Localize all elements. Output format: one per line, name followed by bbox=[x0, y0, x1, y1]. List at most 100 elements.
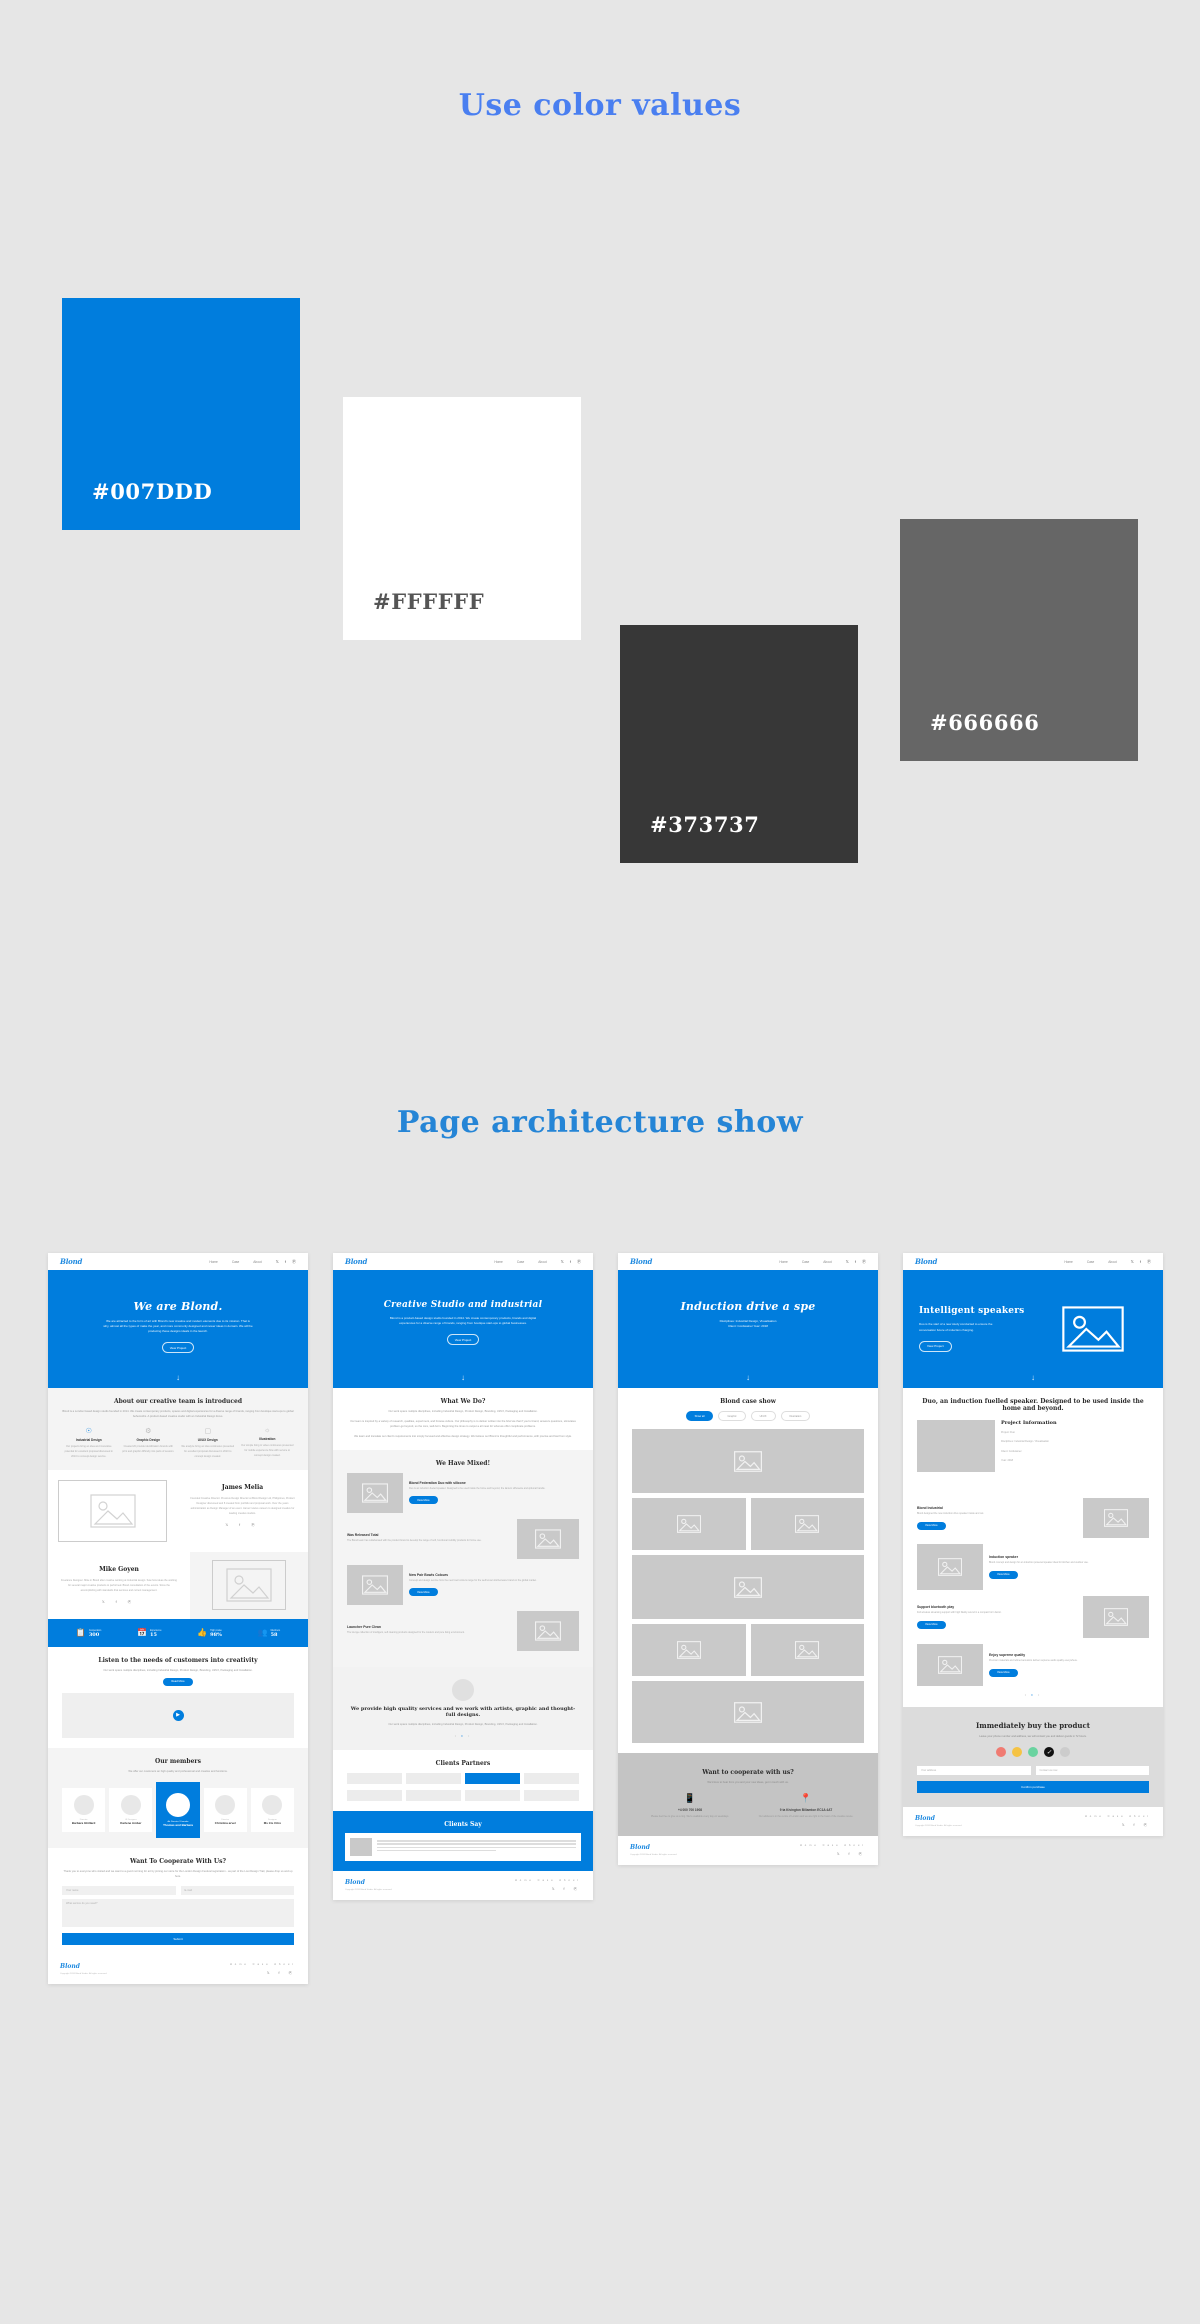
hero-cta-button[interactable]: View Project bbox=[161, 1342, 195, 1354]
case-thumb[interactable] bbox=[632, 1429, 864, 1493]
facebook-icon[interactable]: f bbox=[1140, 1259, 1141, 1265]
social-links[interactable]: 𝕏 f Ⓟ bbox=[1131, 1259, 1151, 1265]
case-thumb[interactable] bbox=[632, 1498, 746, 1550]
footer-links[interactable]: Home Case About bbox=[1085, 1815, 1151, 1818]
footer-social-icons[interactable]: 𝕏 f Ⓟ bbox=[800, 1852, 866, 1857]
member-card-active[interactable]: Art Director / Founder Thomas and Barbar… bbox=[156, 1781, 200, 1838]
read-more-button[interactable]: Read More bbox=[163, 1677, 193, 1686]
color-option-green[interactable] bbox=[1028, 1747, 1038, 1758]
nav-item-about[interactable]: About bbox=[538, 1260, 546, 1264]
footer-links[interactable]: Home Case About bbox=[800, 1844, 866, 1847]
email-input[interactable]: E-mail bbox=[180, 1886, 294, 1895]
footer-social-icons[interactable]: 𝕏 f Ⓟ bbox=[1085, 1823, 1151, 1828]
carousel-dots[interactable]: • • • bbox=[347, 1733, 579, 1738]
case-thumb[interactable] bbox=[632, 1681, 864, 1743]
footer-links[interactable]: Home Case About bbox=[515, 1879, 581, 1882]
footer-social-icons[interactable]: 𝕏 f Ⓟ bbox=[230, 1971, 296, 1976]
mockup-page-case[interactable]: Blond Home Case About 𝕏 f Ⓟ Induction dr… bbox=[618, 1253, 878, 1865]
block-button[interactable]: View More bbox=[989, 1668, 1018, 1677]
social-links[interactable]: 𝕏 f Ⓟ bbox=[846, 1259, 866, 1265]
hero-cta-button[interactable]: View Project bbox=[919, 1340, 952, 1352]
member-card[interactable]: UI Designer Karlene Amber bbox=[109, 1787, 153, 1832]
site-nav[interactable]: Blond Home Case About 𝕏 f Ⓟ bbox=[48, 1253, 308, 1270]
nav-item-case[interactable]: Case bbox=[232, 1260, 239, 1264]
color-option-black-selected[interactable]: ✓ bbox=[1044, 1747, 1054, 1758]
pinterest-icon[interactable]: Ⓟ bbox=[862, 1259, 866, 1265]
footer-social-icons[interactable]: 𝕏 f Ⓟ bbox=[515, 1887, 581, 1892]
scroll-down-icon[interactable]: ↓ bbox=[903, 1373, 1163, 1382]
case-thumb[interactable] bbox=[632, 1624, 746, 1676]
case-thumb[interactable] bbox=[632, 1555, 864, 1619]
nav-item-home[interactable]: Home bbox=[494, 1260, 503, 1264]
nav-links[interactable]: Home Case About bbox=[209, 1260, 261, 1264]
address-input[interactable]: Your address bbox=[917, 1766, 1031, 1776]
social-links[interactable]: 𝕏 f Ⓟ bbox=[276, 1259, 296, 1265]
facebook-icon[interactable]: f bbox=[285, 1259, 286, 1265]
twitter-icon[interactable]: 𝕏 bbox=[276, 1259, 279, 1265]
logo[interactable]: Blond bbox=[345, 1257, 367, 1266]
pinterest-icon[interactable]: Ⓟ bbox=[292, 1259, 296, 1265]
nav-links[interactable]: Home Case About bbox=[494, 1260, 546, 1264]
confirm-purchase-button[interactable]: Confirm purchase bbox=[917, 1781, 1149, 1794]
color-option-red[interactable] bbox=[996, 1747, 1006, 1758]
tab-show-all[interactable]: Show all bbox=[685, 1411, 714, 1421]
hero-cta-button[interactable]: View Project bbox=[446, 1334, 480, 1346]
tab-uiux[interactable]: UI/UX bbox=[750, 1411, 776, 1421]
footer-logo[interactable]: Blond bbox=[630, 1844, 677, 1851]
tab-graphic[interactable]: Graphic bbox=[718, 1411, 746, 1421]
mockup-page-product[interactable]: Blond Home Case About 𝕏 f Ⓟ Intelligent … bbox=[903, 1253, 1163, 1837]
twitter-icon[interactable]: 𝕏 bbox=[561, 1259, 564, 1265]
footer-links[interactable]: Home Case About bbox=[230, 1963, 296, 1966]
logo[interactable]: Blond bbox=[630, 1257, 652, 1266]
facebook-icon[interactable]: f bbox=[570, 1259, 571, 1265]
message-textarea[interactable]: What service do you need? bbox=[62, 1899, 294, 1927]
nav-item-case[interactable]: Case bbox=[1087, 1260, 1094, 1264]
twitter-icon[interactable]: 𝕏 bbox=[1131, 1259, 1134, 1265]
logo[interactable]: Blond bbox=[915, 1257, 937, 1266]
facebook-icon[interactable]: f bbox=[855, 1259, 856, 1265]
case-thumb[interactable] bbox=[750, 1498, 864, 1550]
nav-item-home[interactable]: Home bbox=[209, 1260, 218, 1264]
member-card[interactable]: Director Barbara Ghillard bbox=[62, 1787, 106, 1832]
mockup-page-home[interactable]: Blond Home Case About 𝕏 f Ⓟ We are Blond… bbox=[48, 1253, 308, 1984]
color-option-gray[interactable] bbox=[1060, 1747, 1070, 1758]
pinterest-icon[interactable]: Ⓟ bbox=[577, 1259, 581, 1265]
block-button[interactable]: View More bbox=[917, 1620, 946, 1629]
nav-links[interactable]: Home Case About bbox=[1064, 1260, 1116, 1264]
color-option-yellow[interactable] bbox=[1012, 1747, 1022, 1758]
submit-button[interactable]: Submit bbox=[62, 1933, 294, 1945]
nav-item-home[interactable]: Home bbox=[779, 1260, 788, 1264]
video-player[interactable]: ▶ bbox=[62, 1692, 294, 1738]
contact-input[interactable]: Contact us now bbox=[1035, 1766, 1149, 1776]
profile-social-icons[interactable]: 𝕏 f Ⓟ bbox=[189, 1523, 296, 1528]
nav-item-case[interactable]: Case bbox=[802, 1260, 809, 1264]
scroll-down-icon[interactable]: ↓ bbox=[618, 1373, 878, 1382]
case-filter-tabs[interactable]: Show all Graphic UI/UX Illustration bbox=[632, 1411, 864, 1421]
footer-logo[interactable]: Blond bbox=[915, 1815, 962, 1822]
nav-item-home[interactable]: Home bbox=[1064, 1260, 1073, 1264]
name-input[interactable]: Your name bbox=[62, 1886, 176, 1895]
card-button[interactable]: View More bbox=[409, 1496, 438, 1505]
social-links[interactable]: 𝕏 f Ⓟ bbox=[561, 1259, 581, 1265]
nav-item-case[interactable]: Case bbox=[517, 1260, 524, 1264]
nav-item-about[interactable]: About bbox=[823, 1260, 831, 1264]
mockup-page-about[interactable]: Blond Home Case About 𝕏 f Ⓟ Creative Stu… bbox=[333, 1253, 593, 1900]
nav-item-about[interactable]: About bbox=[1108, 1260, 1116, 1264]
nav-links[interactable]: Home Case About bbox=[779, 1260, 831, 1264]
carousel-dots[interactable]: • • • bbox=[917, 1692, 1149, 1697]
scroll-down-icon[interactable]: ↓ bbox=[333, 1373, 593, 1382]
site-nav[interactable]: Blond Home Case About 𝕏 f Ⓟ bbox=[903, 1253, 1163, 1270]
footer-logo[interactable]: Blond bbox=[60, 1963, 107, 1970]
play-icon[interactable]: ▶ bbox=[172, 1709, 184, 1721]
member-card[interactable]: Designer Ms Iris Citro bbox=[250, 1787, 295, 1832]
logo[interactable]: Blond bbox=[60, 1257, 82, 1266]
case-thumb[interactable] bbox=[750, 1624, 864, 1676]
twitter-icon[interactable]: 𝕏 bbox=[846, 1259, 849, 1265]
block-button[interactable]: View More bbox=[989, 1570, 1018, 1579]
site-nav[interactable]: Blond Home Case About 𝕏 f Ⓟ bbox=[333, 1253, 593, 1270]
member-card[interactable]: Director Christina arvel bbox=[203, 1787, 247, 1832]
pinterest-icon[interactable]: Ⓟ bbox=[1147, 1259, 1151, 1265]
profile-social-icons[interactable]: 𝕏 f Ⓟ bbox=[60, 1600, 178, 1605]
nav-item-about[interactable]: About bbox=[253, 1260, 261, 1264]
block-button[interactable]: View More bbox=[917, 1521, 946, 1530]
